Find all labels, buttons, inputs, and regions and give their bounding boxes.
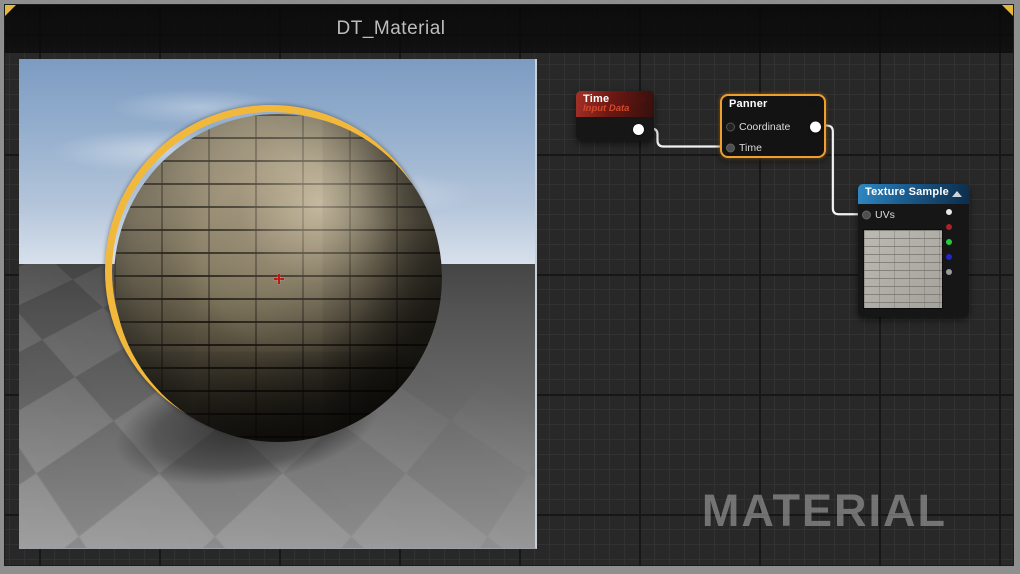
- chevron-down-icon[interactable]: [807, 102, 817, 108]
- node-subtitle: Input Data: [583, 103, 630, 114]
- green-output-pin[interactable]: [946, 239, 952, 245]
- pin-label: Coordinate: [739, 120, 791, 133]
- time-output-pin[interactable]: [633, 124, 644, 135]
- node-panner[interactable]: Panner Coordinate Time: [720, 94, 826, 158]
- pin-label: Time: [739, 141, 762, 154]
- chevron-up-icon[interactable]: [952, 191, 962, 197]
- corner-fold-icon: [1002, 5, 1013, 16]
- alpha-output-pin[interactable]: [946, 269, 952, 275]
- texture-output-pins: [946, 209, 958, 284]
- panner-time-row: Time: [722, 137, 824, 158]
- graph-canvas[interactable]: DT_Material MATERIAL Time Input Data Pan…: [4, 4, 1014, 566]
- red-output-pin[interactable]: [946, 224, 952, 230]
- uvs-input-pin[interactable]: [862, 210, 871, 220]
- node-panner-header[interactable]: Panner: [722, 96, 824, 116]
- pin-label: UVs: [875, 209, 895, 221]
- material-editor-window: DT_Material MATERIAL Time Input Data Pan…: [0, 0, 1020, 574]
- node-title: Texture Sample: [865, 186, 949, 198]
- node-time[interactable]: Time Input Data: [576, 91, 654, 141]
- panner-output-pin[interactable]: [810, 121, 821, 132]
- graph-watermark: MATERIAL: [701, 485, 947, 536]
- graph-title-bar: DT_Material: [5, 5, 1013, 53]
- time-input-pin[interactable]: [726, 143, 735, 152]
- corner-fold-icon: [5, 5, 16, 16]
- coordinate-input-pin[interactable]: [726, 122, 735, 131]
- blue-output-pin[interactable]: [946, 254, 952, 260]
- rgb-output-pin[interactable]: [946, 209, 952, 215]
- material-preview-viewport[interactable]: [19, 59, 537, 549]
- panner-coordinate-row: Coordinate: [722, 116, 824, 137]
- node-texture-header[interactable]: Texture Sample: [858, 184, 969, 204]
- chevron-down-icon[interactable]: [637, 97, 647, 103]
- texture-thumbnail[interactable]: [863, 229, 943, 309]
- node-title: Panner: [729, 98, 768, 110]
- material-title: DT_Material: [336, 18, 446, 39]
- node-time-header[interactable]: Time Input Data: [576, 91, 654, 117]
- node-texture-sample[interactable]: Texture Sample UVs: [858, 184, 969, 317]
